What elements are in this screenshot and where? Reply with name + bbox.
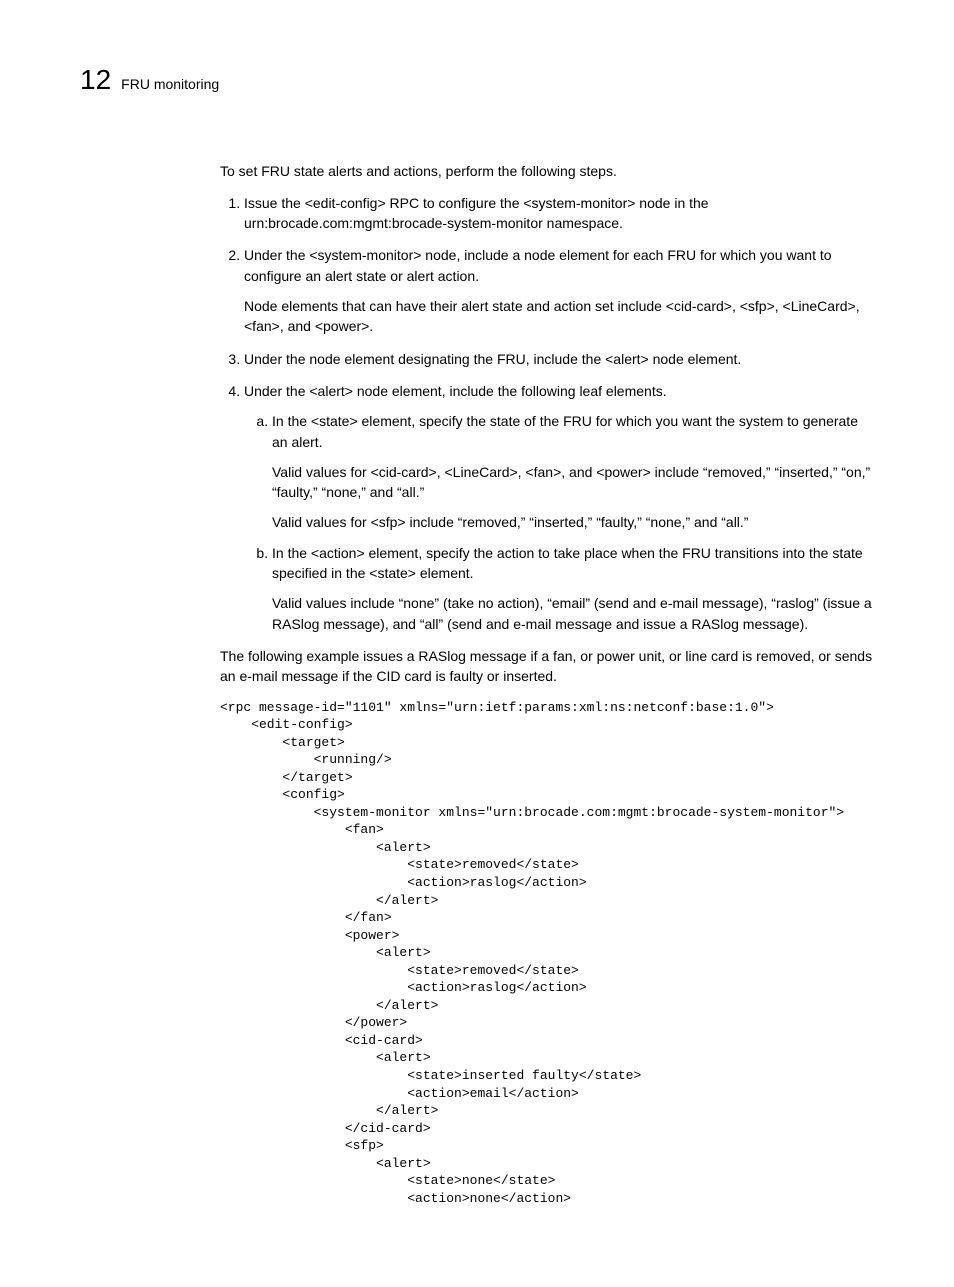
step-4a: In the <state> element, specify the stat… [272, 411, 874, 532]
step-2-note: Node elements that can have their alert … [244, 296, 874, 337]
substeps-list: In the <state> element, specify the stat… [244, 411, 874, 634]
intro-paragraph: To set FRU state alerts and actions, per… [220, 161, 874, 181]
chapter-number: 12 [80, 60, 111, 101]
step-4b-valid: Valid values include “none” (take no act… [272, 593, 874, 634]
step-2-text: Under the <system-monitor> node, include… [244, 245, 874, 286]
step-4a-valid1: Valid values for <cid-card>, <LineCard>,… [272, 462, 874, 503]
steps-list: Issue the <edit-config> RPC to configure… [220, 193, 874, 634]
chapter-title: FRU monitoring [121, 74, 219, 94]
step-4a-text: In the <state> element, specify the stat… [272, 411, 874, 452]
step-4b: In the <action> element, specify the act… [272, 543, 874, 634]
step-3-text: Under the node element designating the F… [244, 349, 874, 369]
step-1-text: Issue the <edit-config> RPC to configure… [244, 193, 874, 234]
step-3: Under the node element designating the F… [244, 349, 874, 369]
page-body: To set FRU state alerts and actions, per… [220, 161, 874, 1208]
step-4b-text: In the <action> element, specify the act… [272, 543, 874, 584]
step-1: Issue the <edit-config> RPC to configure… [244, 193, 874, 234]
page-header: 12 FRU monitoring [80, 60, 874, 101]
code-block: <rpc message-id="1101" xmlns="urn:ietf:p… [220, 699, 874, 1208]
example-intro: The following example issues a RASlog me… [220, 646, 874, 687]
step-4-text: Under the <alert> node element, include … [244, 381, 874, 401]
step-4a-valid2: Valid values for <sfp> include “removed,… [272, 512, 874, 532]
step-2: Under the <system-monitor> node, include… [244, 245, 874, 336]
step-4: Under the <alert> node element, include … [244, 381, 874, 634]
